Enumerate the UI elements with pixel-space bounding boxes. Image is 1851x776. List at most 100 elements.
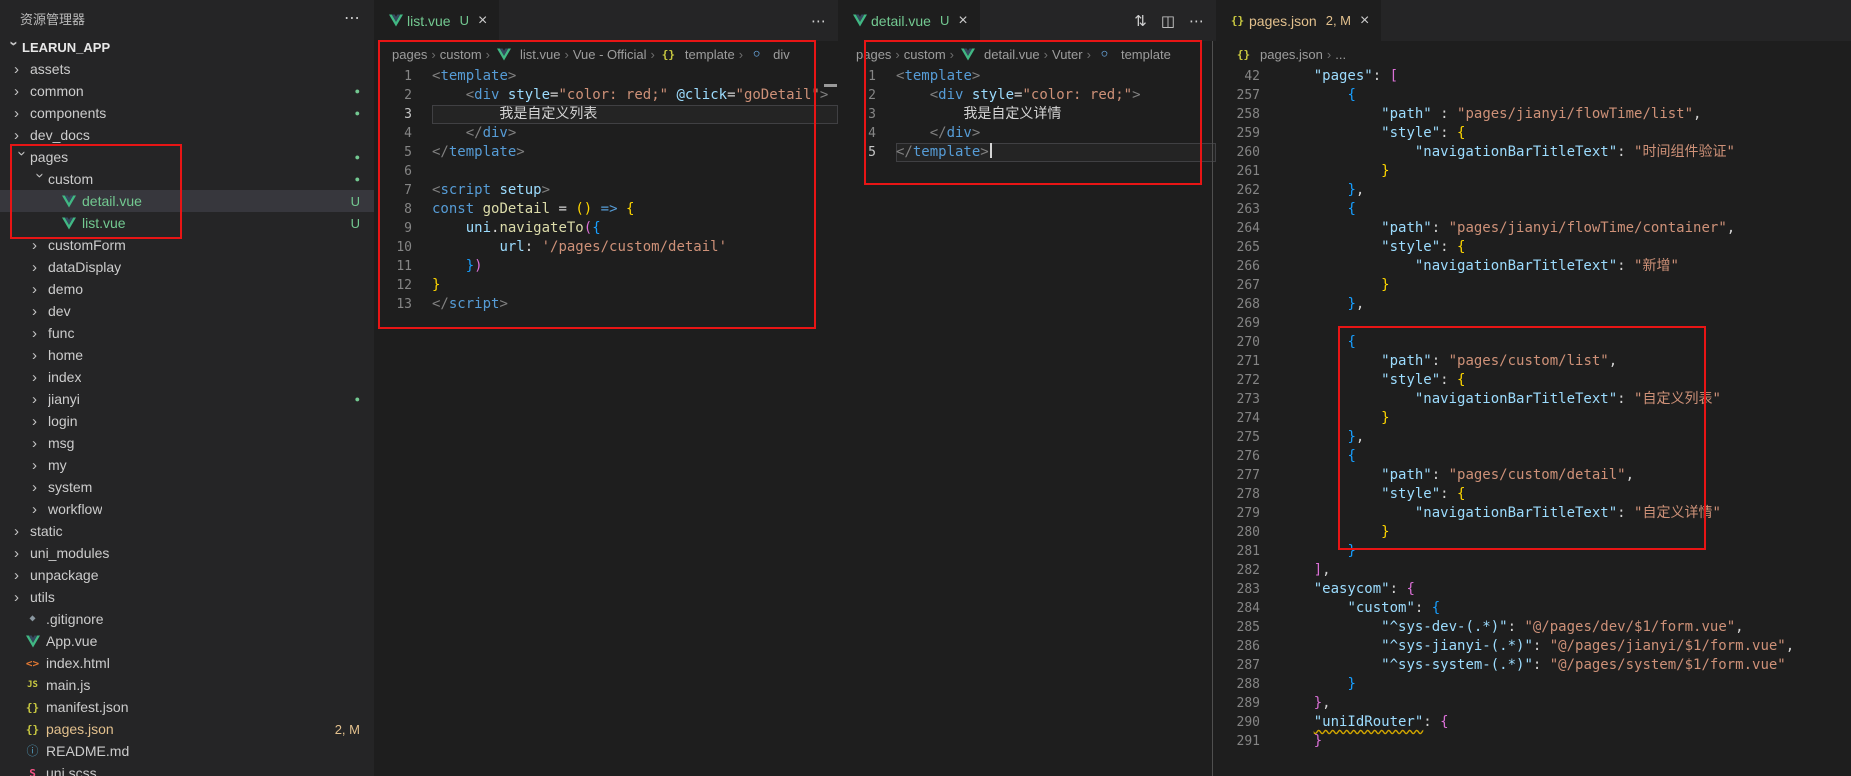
code-editor-listvue[interactable]: 1<template>2 <div style="color: red;" @c… [374,67,838,776]
close-icon[interactable]: × [958,13,967,29]
code-editor-pagesjson[interactable]: 42 "pages": [257 {258 "path" : "pages/ji… [1216,67,1851,776]
breadcrumb-item[interactable]: {}template [659,47,735,62]
code-line-3[interactable]: 3 我是自定义列表 [374,105,838,124]
code-line-289[interactable]: 289 }, [1216,694,1851,713]
code-line-10[interactable]: 10 url: '/pages/custom/detail' [374,238,838,257]
explorer-item-home[interactable]: ›home [0,344,374,366]
breadcrumb-item[interactable]: ... [1335,47,1346,62]
explorer-item-uni.scss[interactable]: Suni.scss [0,762,374,776]
breadcrumb-item[interactable]: custom [904,47,946,62]
explorer-item-dev_docs[interactable]: ›dev_docs [0,124,374,146]
breadcrumb-item[interactable]: pages [392,47,427,62]
code-line-8[interactable]: 8const goDetail = () => { [374,200,838,219]
code-line-13[interactable]: 13</script> [374,295,838,314]
more-actions-icon[interactable]: ⋯ [344,8,360,28]
more-actions-icon[interactable]: ⋯ [811,12,826,30]
breadcrumb-item[interactable]: Vuter [1052,47,1083,62]
more-actions-icon[interactable]: ⋯ [1189,12,1204,30]
explorer-item-detail.vue[interactable]: detail.vueU [0,190,374,212]
code-line-283[interactable]: 283 "easycom": { [1216,580,1851,599]
code-line-258[interactable]: 258 "path" : "pages/jianyi/flowTime/list… [1216,105,1851,124]
code-line-266[interactable]: 266 "navigationBarTitleText": "新增" [1216,257,1851,276]
split-editor-icon[interactable]: ◫ [1161,12,1175,30]
tab-list-vue[interactable]: list.vue U × [374,0,500,41]
explorer-item-.gitignore[interactable]: ◆.gitignore [0,608,374,630]
code-line-290[interactable]: 290 "uniIdRouter": { [1216,713,1851,732]
code-line-270[interactable]: 270 { [1216,333,1851,352]
code-line-269[interactable]: 269 [1216,314,1851,333]
code-line-284[interactable]: 284 "custom": { [1216,599,1851,618]
explorer-item-pages.json[interactable]: {}pages.json2, M [0,718,374,740]
explorer-item-main.js[interactable]: JSmain.js [0,674,374,696]
explorer-item-utils[interactable]: ›utils [0,586,374,608]
code-line-287[interactable]: 287 "^sys-system-(.*)": "@/pages/system/… [1216,656,1851,675]
code-line-272[interactable]: 272 "style": { [1216,371,1851,390]
code-line-5[interactable]: 5</template> [838,143,1216,162]
explorer-item-components[interactable]: ›components● [0,102,374,124]
code-line-265[interactable]: 265 "style": { [1216,238,1851,257]
code-line-260[interactable]: 260 "navigationBarTitleText": "时间组件验证" [1216,143,1851,162]
code-line-286[interactable]: 286 "^sys-jianyi-(.*)": "@/pages/jianyi/… [1216,637,1851,656]
explorer-item-index.html[interactable]: <>index.html [0,652,374,674]
code-line-7[interactable]: 7<script setup> [374,181,838,200]
explorer-item-common[interactable]: ›common● [0,80,374,102]
tab-pages-json[interactable]: {} pages.json 2, M × [1216,0,1382,41]
code-line-277[interactable]: 277 "path": "pages/custom/detail", [1216,466,1851,485]
explorer-item-unpackage[interactable]: ›unpackage [0,564,374,586]
explorer-item-index[interactable]: ›index [0,366,374,388]
explorer-item-msg[interactable]: ›msg [0,432,374,454]
code-line-281[interactable]: 281 } [1216,542,1851,561]
explorer-item-custom[interactable]: ›custom● [0,168,374,190]
code-line-262[interactable]: 262 }, [1216,181,1851,200]
code-line-1[interactable]: 1<template> [838,67,1216,86]
breadcrumb-item[interactable]: custom [440,47,482,62]
code-line-285[interactable]: 285 "^sys-dev-(.*)": "@/pages/dev/$1/for… [1216,618,1851,637]
explorer-item-list.vue[interactable]: list.vueU [0,212,374,234]
code-line-280[interactable]: 280 } [1216,523,1851,542]
compare-changes-icon[interactable]: ⇅ [1134,12,1147,30]
code-line-2[interactable]: 2 <div style="color: red;"> [838,86,1216,105]
breadcrumb-item[interactable]: ◯template [1095,47,1171,62]
code-line-268[interactable]: 268 }, [1216,295,1851,314]
explorer-item-manifest.json[interactable]: {}manifest.json [0,696,374,718]
code-line-275[interactable]: 275 }, [1216,428,1851,447]
breadcrumb-item[interactable]: ◯div [747,47,790,62]
explorer-item-uni_modules[interactable]: ›uni_modules [0,542,374,564]
explorer-item-readme.md[interactable]: ⓘREADME.md [0,740,374,762]
code-line-4[interactable]: 4 </div> [838,124,1216,143]
code-line-264[interactable]: 264 "path": "pages/jianyi/flowTime/conta… [1216,219,1851,238]
explorer-item-workflow[interactable]: ›workflow [0,498,374,520]
code-line-279[interactable]: 279 "navigationBarTitleText": "自定义详情" [1216,504,1851,523]
code-line-5[interactable]: 5</template> [374,143,838,162]
code-line-263[interactable]: 263 { [1216,200,1851,219]
code-line-4[interactable]: 4 </div> [374,124,838,143]
code-line-2[interactable]: 2 <div style="color: red;" @click="goDet… [374,86,838,105]
breadcrumb-item[interactable]: detail.vue [958,47,1040,62]
breadcrumb-item[interactable]: Vue - Official [573,47,647,62]
code-line-1[interactable]: 1<template> [374,67,838,86]
code-line-271[interactable]: 271 "path": "pages/custom/list", [1216,352,1851,371]
code-line-3[interactable]: 3 我是自定义详情 [838,105,1216,124]
code-line-261[interactable]: 261 } [1216,162,1851,181]
close-icon[interactable]: × [478,13,487,29]
code-line-267[interactable]: 267 } [1216,276,1851,295]
explorer-item-jianyi[interactable]: ›jianyi● [0,388,374,410]
explorer-item-assets[interactable]: ›assets [0,58,374,80]
explorer-item-static[interactable]: ›static [0,520,374,542]
breadcrumb-item[interactable]: {}pages.json [1234,47,1323,62]
code-line-42[interactable]: 42 "pages": [ [1216,67,1851,86]
code-editor-detailvue[interactable]: 1<template>2 <div style="color: red;">3 … [838,67,1216,776]
editor-group-sash[interactable] [1212,41,1213,776]
code-line-291[interactable]: 291 } [1216,732,1851,751]
code-line-9[interactable]: 9 uni.navigateTo({ [374,219,838,238]
code-line-278[interactable]: 278 "style": { [1216,485,1851,504]
explorer-item-system[interactable]: ›system [0,476,374,498]
explorer-item-demo[interactable]: ›demo [0,278,374,300]
code-line-288[interactable]: 288 } [1216,675,1851,694]
code-line-282[interactable]: 282 ], [1216,561,1851,580]
explorer-item-func[interactable]: ›func [0,322,374,344]
tab-detail-vue[interactable]: detail.vue U × [838,0,981,41]
breadcrumb-item[interactable]: list.vue [494,47,560,62]
breadcrumb-item[interactable]: pages [856,47,891,62]
explorer-item-customform[interactable]: ›customForm [0,234,374,256]
